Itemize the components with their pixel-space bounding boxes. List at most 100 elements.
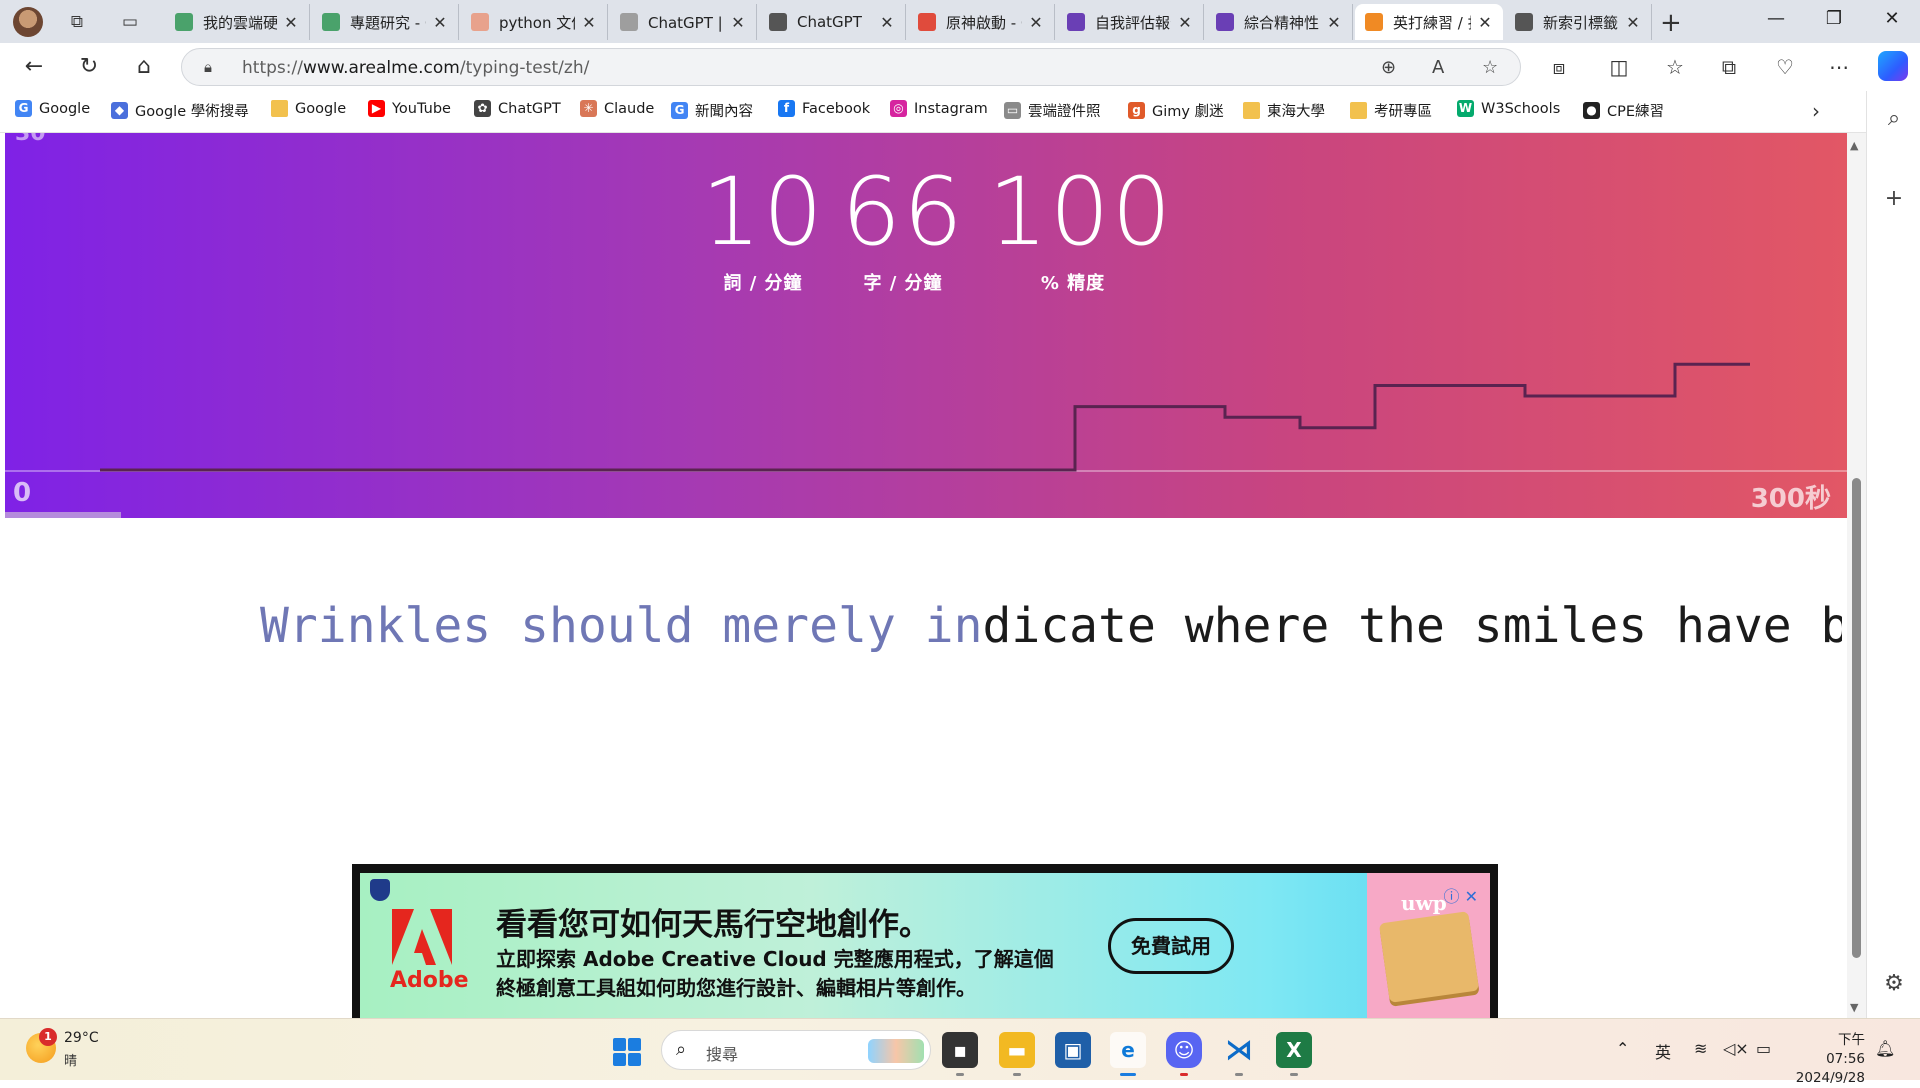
excel-icon[interactable]: X: [1276, 1032, 1312, 1076]
bookmark-news[interactable]: G 新聞內容: [671, 100, 753, 121]
minimize-button[interactable]: —: [1756, 8, 1796, 29]
scroll-down-icon[interactable]: ▼: [1850, 1001, 1858, 1014]
vscode-icon[interactable]: ⋊: [1221, 1032, 1257, 1076]
close-tab-icon[interactable]: ✕: [879, 13, 895, 32]
gear-icon[interactable]: ⚙: [1881, 971, 1907, 996]
tab-1[interactable]: 專題研究 - Google 雲端硬碟 ✕: [312, 4, 459, 40]
back-button[interactable]: ←: [20, 53, 48, 81]
zoom-icon[interactable]: ⊕: [1381, 57, 1396, 78]
favorites-icon[interactable]: ☆: [1660, 55, 1690, 79]
tab-5[interactable]: 原神啟動 - Google 表單 ✕: [908, 4, 1055, 40]
split-screen-icon[interactable]: ◫: [1604, 55, 1634, 79]
chevron-up-icon[interactable]: ⌃: [1616, 1039, 1629, 1058]
battery-icon[interactable]: ▭: [1756, 1039, 1771, 1058]
bookmark-chatgpt[interactable]: ✿ ChatGPT: [474, 100, 561, 117]
tab-4[interactable]: ChatGPT ✕: [759, 4, 906, 40]
refresh-button[interactable]: ↻: [75, 53, 103, 81]
typing-sentence[interactable]: Wrinkles should merely indicate where th…: [0, 598, 1842, 658]
weather-temperature[interactable]: 29°C: [64, 1030, 99, 1046]
tab-3[interactable]: ChatGPT | 登入 ✕: [610, 4, 757, 40]
wifi-icon[interactable]: ≋: [1694, 1039, 1707, 1058]
ad-banner[interactable]: Adobe 看看您可如何天馬行空地創作。 立即探索 Adobe Creative…: [352, 864, 1498, 1018]
more-menu-icon[interactable]: ⋯: [1824, 55, 1854, 79]
notification-bell-icon[interactable]: 🔔︎: [1875, 1039, 1895, 1058]
close-tab-icon[interactable]: ✕: [283, 13, 299, 32]
bookmark-folder-exam[interactable]: 考研專區: [1350, 100, 1432, 121]
vertical-tabs-icon[interactable]: ▭: [119, 11, 141, 33]
wpm-graph: [100, 362, 1750, 472]
home-button[interactable]: ⌂: [130, 53, 158, 81]
clock-time: 下午 07:56: [1826, 1032, 1865, 1067]
discord-icon[interactable]: ☺: [1166, 1032, 1202, 1076]
chevron-right-icon[interactable]: ›: [1812, 99, 1820, 123]
close-tab-icon[interactable]: ✕: [1625, 13, 1641, 32]
search-icon[interactable]: ⌕: [1881, 106, 1907, 131]
tab-9[interactable]: 新索引標籤 ✕: [1505, 4, 1652, 40]
collections-icon[interactable]: ⧉: [1714, 55, 1744, 79]
tab-8[interactable]: 英打練習 / 打字速度測試 ✕: [1355, 4, 1503, 40]
bookmark-w3schools[interactable]: W W3Schools: [1457, 100, 1560, 117]
edge-icon[interactable]: e: [1110, 1032, 1146, 1076]
gift-box-image: [1378, 911, 1480, 1003]
workspaces-icon[interactable]: ⧉: [66, 11, 88, 33]
close-tab-icon[interactable]: ✕: [1177, 13, 1193, 32]
close-tab-icon[interactable]: ✕: [432, 13, 448, 32]
tab-7[interactable]: 綜合精神性 ✕: [1206, 4, 1353, 40]
close-tab-icon[interactable]: ✕: [1477, 13, 1493, 32]
input-method-indicator[interactable]: 英: [1655, 1039, 1671, 1063]
time-progress-bar: [5, 512, 122, 518]
scrollbar-thumb[interactable]: [1852, 478, 1861, 958]
bookmark-photo[interactable]: ▭ 雲端證件照: [1004, 100, 1101, 121]
scroll-up-icon[interactable]: ▲: [1850, 139, 1858, 152]
close-tab-icon[interactable]: ✕: [581, 13, 597, 32]
lock-icon[interactable]: 🔒︎: [204, 58, 212, 76]
bookmark-folder-thu[interactable]: 東海大學: [1243, 100, 1325, 121]
speaker-muted-icon[interactable]: ◁×: [1723, 1039, 1749, 1058]
folder-icon: [1243, 102, 1260, 119]
github-icon: ●: [1583, 102, 1600, 119]
file-explorer-icon[interactable]: ▬: [999, 1032, 1035, 1076]
bookmark-youtube[interactable]: ▶ YouTube: [368, 100, 451, 117]
weather-description[interactable]: 晴: [64, 1050, 77, 1069]
bookmark-gimy[interactable]: g Gimy 劇迷: [1128, 100, 1224, 121]
profile-avatar[interactable]: [13, 7, 43, 37]
close-window-button[interactable]: ✕: [1872, 8, 1912, 29]
clock[interactable]: 下午 07:56 2024/9/28: [1795, 1031, 1865, 1088]
close-tab-icon[interactable]: ✕: [730, 13, 746, 32]
scholar-icon: ◆: [111, 102, 128, 119]
news-icon: G: [671, 102, 688, 119]
extensions-icon[interactable]: ⧈: [1544, 55, 1574, 79]
browser-essentials-icon[interactable]: ♡: [1770, 55, 1800, 79]
add-panel-icon[interactable]: +: [1881, 186, 1907, 211]
page-scrollbar[interactable]: ▲ ▼: [1847, 133, 1866, 1018]
new-tab-button[interactable]: +: [1660, 8, 1682, 38]
ad-close-icon[interactable]: ⓘ ✕: [1444, 883, 1479, 907]
copilot-icon[interactable]: [1878, 51, 1908, 81]
ad-content[interactable]: Adobe 看看您可如何天馬行空地創作。 立即探索 Adobe Creative…: [360, 873, 1490, 1018]
remote-desktop-icon[interactable]: ▣: [1055, 1032, 1091, 1068]
bookmark-google[interactable]: G Google: [15, 100, 90, 117]
bookmark-folder-google[interactable]: Google: [271, 100, 346, 117]
bookmark-facebook[interactable]: f Facebook: [778, 100, 870, 117]
url-text[interactable]: https://www.arealme.com/typing-test/zh/: [242, 58, 589, 78]
address-bar[interactable]: 🔒︎ https://www.arealme.com/typing-test/z…: [181, 48, 1521, 86]
tab-title: ChatGPT | 登入: [648, 13, 724, 32]
favorite-star-icon[interactable]: ☆: [1482, 57, 1498, 78]
close-tab-icon[interactable]: ✕: [1028, 13, 1044, 32]
tab-0[interactable]: 我的雲端硬碟 ✕: [165, 4, 310, 40]
bookmark-claude[interactable]: ✳ Claude: [580, 100, 654, 117]
task-view-icon[interactable]: ▪: [942, 1032, 978, 1076]
bookmark-google-scholar[interactable]: ◆ Google 學術搜尋: [111, 100, 249, 121]
bookmark-instagram[interactable]: ◎ Instagram: [890, 100, 988, 117]
google-icon: G: [15, 100, 32, 117]
tab-2[interactable]: python 文件 ✕: [461, 4, 608, 40]
bookmark-cpe[interactable]: ● CPE練習: [1583, 100, 1664, 121]
free-trial-button[interactable]: 免費試用: [1108, 918, 1234, 974]
graph-x-max: 300秒: [1750, 484, 1831, 514]
tab-6[interactable]: 自我評估報告 ✕: [1057, 4, 1204, 40]
start-button[interactable]: [613, 1038, 641, 1066]
restore-button[interactable]: ❐: [1814, 8, 1854, 29]
close-tab-icon[interactable]: ✕: [1326, 13, 1342, 32]
taskbar-search[interactable]: ⌕ 搜尋: [661, 1030, 931, 1070]
read-aloud-icon[interactable]: A: [1432, 57, 1444, 78]
